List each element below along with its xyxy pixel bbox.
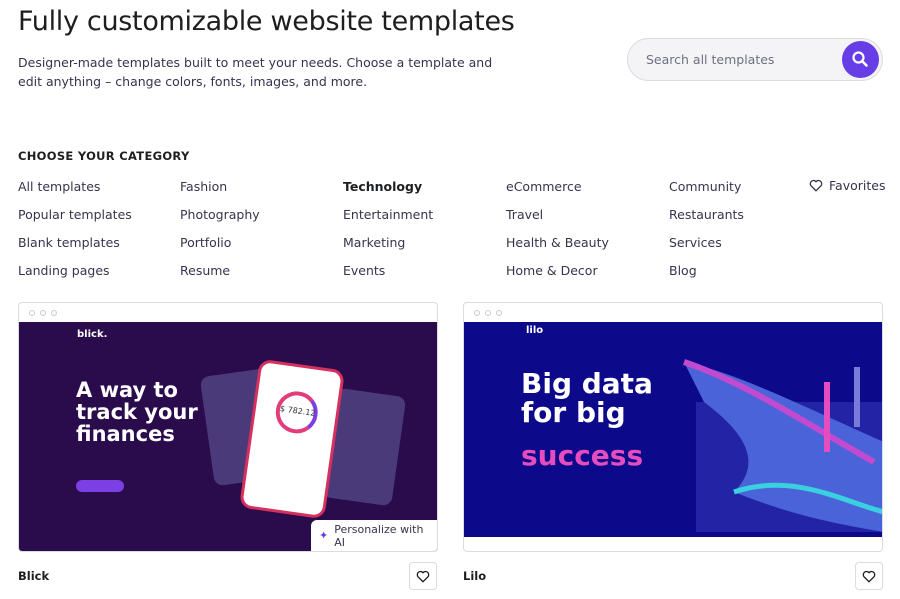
category-heading: CHOOSE YOUR CATEGORY [18, 149, 190, 163]
heart-icon [862, 570, 876, 583]
category-link[interactable]: Travel [506, 207, 543, 222]
category-link[interactable]: Services [669, 235, 722, 250]
favorites-link[interactable]: Favorites [809, 178, 885, 193]
template-preview-blick[interactable]: blick. A way to track your finances $ 78… [19, 322, 437, 551]
search-input[interactable]: Search all templates [627, 38, 883, 81]
category-link[interactable]: Technology [343, 179, 422, 194]
category-link[interactable]: Health & Beauty [506, 235, 609, 250]
category-link[interactable]: Home & Decor [506, 263, 598, 278]
template-preview-lilo[interactable]: lilo Big data for big success [464, 322, 882, 537]
category-link[interactable]: eCommerce [506, 179, 582, 194]
template-card-lilo[interactable]: lilo Big data for big success [463, 302, 883, 552]
category-link[interactable]: Popular templates [18, 207, 132, 222]
preview-logo: blick. [77, 329, 108, 340]
preview-headline: Big data for big [521, 367, 653, 430]
heart-icon [809, 179, 823, 192]
category-link[interactable]: Entertainment [343, 207, 433, 222]
category-link[interactable]: All templates [18, 179, 100, 194]
template-name[interactable]: Lilo [463, 569, 486, 583]
template-name[interactable]: Blick [18, 569, 49, 583]
category-link[interactable]: Portfolio [180, 235, 231, 250]
category-link[interactable]: Restaurants [669, 207, 744, 222]
category-link[interactable]: Landing pages [18, 263, 110, 278]
favorite-button[interactable] [855, 562, 883, 590]
search-button[interactable] [842, 41, 879, 78]
category-link[interactable]: Marketing [343, 235, 405, 250]
personalize-label: Personalize with AI [334, 522, 424, 549]
template-card-blick[interactable]: blick. A way to track your finances $ 78… [18, 302, 438, 552]
preview-headline: A way to track your finances [76, 378, 198, 447]
category-link[interactable]: Blank templates [18, 235, 120, 250]
page-title: Fully customizable website templates [18, 6, 515, 37]
category-link[interactable]: Community [669, 179, 741, 194]
browser-dots [29, 310, 57, 316]
hand-illustration [683, 359, 882, 532]
personalize-ai-button[interactable]: ✦ Personalize with AI [311, 520, 437, 551]
browser-dots [474, 310, 502, 316]
category-link[interactable]: Blog [669, 263, 697, 278]
favorites-label: Favorites [829, 178, 886, 193]
category-link[interactable]: Photography [180, 207, 260, 222]
search-icon [852, 51, 868, 67]
favorite-button[interactable] [409, 562, 437, 590]
page-subtitle: Designer-made templates built to meet yo… [18, 55, 493, 89]
category-link[interactable]: Resume [180, 263, 230, 278]
search-placeholder: Search all templates [646, 52, 775, 67]
category-link[interactable]: Fashion [180, 179, 227, 194]
category-link[interactable]: Events [343, 263, 385, 278]
sparkle-icon: ✦ [319, 529, 329, 542]
heart-icon [416, 570, 430, 583]
preview-logo: lilo [526, 325, 544, 336]
preview-cta [76, 480, 124, 492]
preview-accent-headline: success [521, 439, 644, 472]
